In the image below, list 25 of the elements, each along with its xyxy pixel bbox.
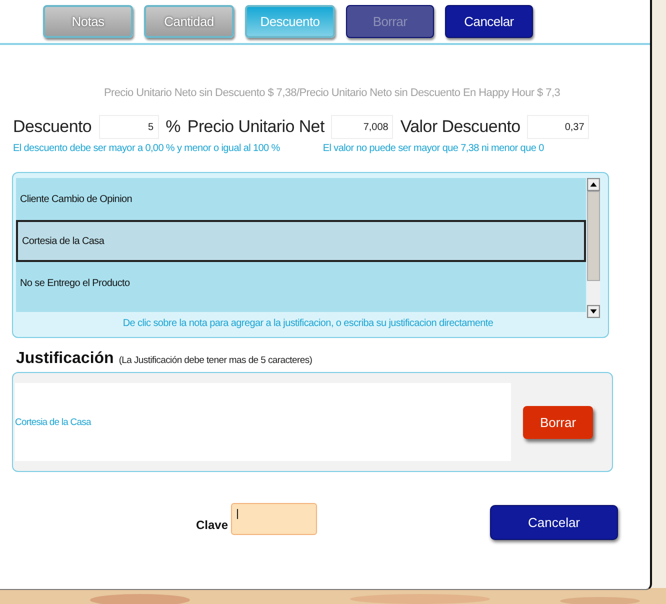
toolbar-button[interactable]: Cancelar xyxy=(445,5,533,38)
scroll-up-icon[interactable] xyxy=(587,178,600,191)
discount-value-label: Valor Descuento xyxy=(400,117,520,137)
scrollbar-thumb[interactable] xyxy=(587,191,600,281)
note-item[interactable]: No se Entrego el Producto xyxy=(16,262,586,304)
price-info: Precio Unitario Neto sin Descuento $ 7,38/Precio Unitario Neto sin Descuento En Happy Hour $ 7,3 xyxy=(102,87,562,99)
note-item[interactable]: Cortesia de la Casa xyxy=(16,220,586,262)
net-price-label: Precio Unitario Net xyxy=(187,117,324,137)
scrollbar-track[interactable] xyxy=(587,178,600,318)
discount-value-field[interactable]: 0,37 xyxy=(527,115,590,139)
discount-label: Descuento xyxy=(13,117,92,137)
password-field[interactable] xyxy=(231,503,317,535)
value-hint: El valor no puede ser mayor que 7,38 ni menor que 0 xyxy=(322,143,544,154)
password-label: Clave xyxy=(196,518,228,532)
discount-hint: El descuento debe ser mayor a 0,00 % y menor o igual al 100 % xyxy=(13,143,280,154)
justification-title: Justificación xyxy=(16,350,114,368)
scroll-down-icon[interactable] xyxy=(587,305,600,318)
clear-button[interactable]: Borrar xyxy=(523,406,593,438)
net-price-field[interactable]: 7,008 xyxy=(331,115,394,139)
note-item[interactable]: Cliente Cambio de Opinion xyxy=(16,178,586,220)
discount-field[interactable]: 5 xyxy=(98,115,159,139)
notes-hint: De clic sobre la nota para agregar a la justificacion, o escriba su justificacion directamente xyxy=(122,318,494,329)
percent-label: % xyxy=(166,117,180,137)
justification-note: (La Justificación debe tener mas de 5 caracteres) xyxy=(118,355,312,366)
cancel-button[interactable]: Cancelar xyxy=(490,505,618,540)
